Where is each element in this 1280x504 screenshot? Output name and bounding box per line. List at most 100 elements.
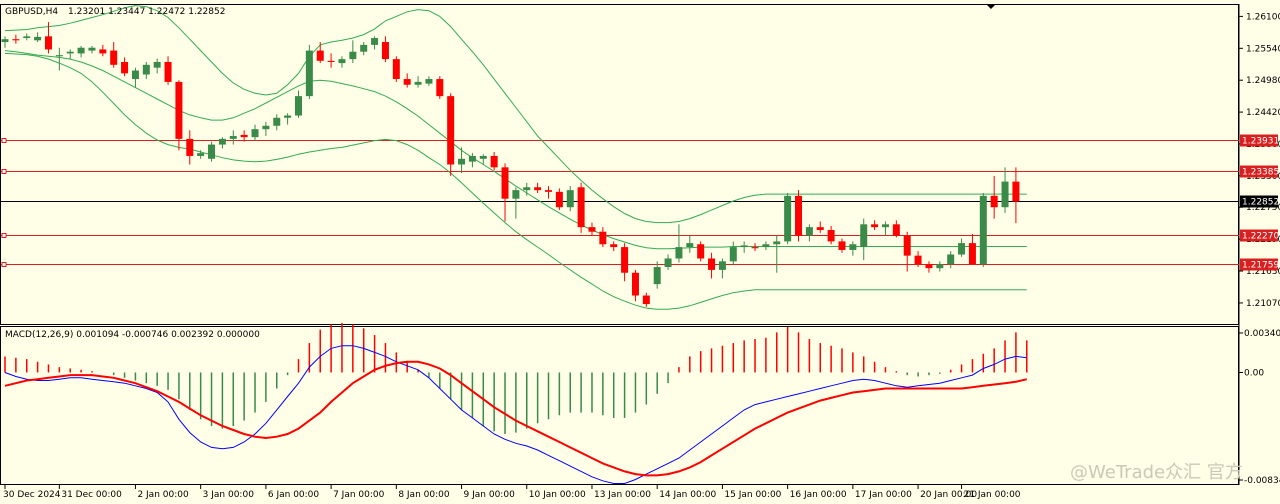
candle-body bbox=[284, 115, 292, 118]
candle-body bbox=[773, 241, 781, 245]
candle-body bbox=[468, 155, 476, 162]
candle-body bbox=[44, 36, 52, 50]
candle-body bbox=[566, 190, 574, 208]
candle-body bbox=[316, 50, 324, 61]
candle-body bbox=[697, 244, 705, 259]
macd-title: MACD(12,26,9) 0.001094 -0.000746 0.00239… bbox=[5, 330, 260, 340]
time-tick-label: 21 Jan 00:00 bbox=[964, 490, 1021, 500]
price-panel-frame bbox=[0, 4, 1239, 325]
candle-body bbox=[577, 187, 585, 228]
bollinger-bands bbox=[4, 5, 1027, 310]
bollinger-middle bbox=[4, 50, 1027, 250]
time-tick-label: 3 Jan 00:00 bbox=[203, 490, 255, 500]
time-tick-label: 8 Jan 00:00 bbox=[398, 490, 450, 500]
candle-body bbox=[142, 64, 150, 75]
time-tick-label: 2 Jan 00:00 bbox=[137, 490, 189, 500]
price-tick-label: 1.21070 bbox=[1246, 299, 1280, 309]
candle-body bbox=[197, 153, 205, 156]
candle-body bbox=[392, 59, 400, 80]
candle-body bbox=[914, 255, 922, 265]
watermark-text: @WeTrade众汇 官方 bbox=[1070, 462, 1243, 483]
candle-body bbox=[925, 264, 933, 269]
candle-body bbox=[349, 51, 357, 60]
macd-tick-label: -0.008346 bbox=[1244, 476, 1280, 486]
candle-body bbox=[490, 155, 498, 168]
candle-body bbox=[262, 125, 270, 130]
ohlc-values: 1.23201 1.23447 1.22472 1.22852 bbox=[68, 7, 225, 17]
candle-body bbox=[523, 187, 531, 191]
candle-body bbox=[664, 258, 672, 268]
candle-body bbox=[1001, 181, 1009, 208]
candle-body bbox=[555, 191, 563, 208]
candle-body bbox=[360, 44, 368, 52]
candle-body bbox=[186, 138, 194, 156]
level-anchor bbox=[1, 233, 7, 238]
candle-body bbox=[164, 61, 172, 82]
candle-body bbox=[805, 227, 813, 236]
candle-body bbox=[979, 195, 987, 265]
time-tick-label: 31 Dec 00:00 bbox=[61, 490, 122, 500]
price-tag-label: 1.23931 bbox=[1242, 137, 1279, 147]
candle-body bbox=[816, 227, 824, 231]
candle-body bbox=[610, 244, 618, 248]
candle-body bbox=[903, 235, 911, 256]
candle-body bbox=[23, 36, 31, 39]
price-tick-label: 1.25540 bbox=[1246, 44, 1280, 54]
candle-body bbox=[621, 247, 629, 273]
level-anchor bbox=[1, 262, 7, 267]
candle-body bbox=[175, 81, 183, 139]
candle-body bbox=[990, 195, 998, 208]
level-anchor bbox=[1, 169, 7, 174]
candle-body bbox=[458, 158, 466, 165]
price-tag-label: 1.22852 bbox=[1242, 198, 1279, 208]
time-tick-label: 7 Jan 00:00 bbox=[333, 490, 385, 500]
candle-body bbox=[871, 224, 879, 228]
candle-body bbox=[1012, 181, 1020, 202]
candle-body bbox=[99, 49, 107, 54]
candle-body bbox=[88, 47, 96, 51]
candle-body bbox=[849, 244, 857, 250]
price-tick-label: 1.24420 bbox=[1246, 108, 1280, 118]
candle-body bbox=[121, 61, 129, 74]
time-tick-label: 16 Jan 00:00 bbox=[790, 490, 847, 500]
candle-body bbox=[294, 96, 302, 116]
candle-body bbox=[599, 231, 607, 245]
price-hlines bbox=[1, 138, 1239, 267]
time-tick-label: 30 Dec 2024 bbox=[3, 490, 61, 500]
candle-body bbox=[229, 136, 237, 139]
price-tick-label: 1.26100 bbox=[1246, 12, 1280, 22]
time-tick-label: 15 Jan 00:00 bbox=[724, 490, 781, 500]
chart-shift-marker[interactable] bbox=[986, 4, 996, 9]
candle-body bbox=[686, 243, 694, 248]
candle-body bbox=[327, 60, 335, 62]
candle-body bbox=[240, 134, 248, 138]
candle-body bbox=[479, 155, 487, 159]
candle-body bbox=[642, 295, 650, 305]
candle-body bbox=[631, 272, 639, 296]
candle-body bbox=[675, 247, 683, 259]
symbol-header: GBPUSD,H4 bbox=[5, 7, 58, 17]
time-tick-label: 14 Jan 00:00 bbox=[659, 490, 716, 500]
candle-body bbox=[968, 243, 976, 265]
candle-body bbox=[153, 61, 161, 68]
time-axis: 30 Dec 2024 31 Dec 00:00 2 Jan 00:00 3 Jan … bbox=[3, 485, 1021, 500]
candle-body bbox=[545, 190, 552, 192]
macd-tick-label: 0.003409 bbox=[1244, 329, 1280, 339]
candle-body bbox=[958, 243, 966, 255]
candle-body bbox=[860, 224, 868, 248]
candle-body bbox=[784, 195, 792, 242]
candle-body bbox=[273, 117, 281, 126]
price-tick-label: 1.24980 bbox=[1246, 76, 1280, 86]
macd-axis: 0.003409 0.00 -0.008346 bbox=[1239, 329, 1280, 486]
hline-price-tags: 1.23931 1.23385 1.22852 1.22270 1.21759 bbox=[1240, 134, 1279, 271]
candle-body bbox=[501, 167, 509, 199]
macd-tick-label: 0.00 bbox=[1244, 368, 1264, 378]
candle-body bbox=[12, 39, 20, 41]
candle-body bbox=[653, 267, 661, 285]
time-tick-label: 13 Jan 00:00 bbox=[594, 490, 651, 500]
trading-chart[interactable]: 1.261001.255401.249801.244201.238601.233… bbox=[0, 0, 1280, 504]
candle-body bbox=[66, 51, 74, 54]
candle-body bbox=[892, 224, 900, 236]
candle-body bbox=[34, 36, 42, 41]
time-tick-label: 10 Jan 00:00 bbox=[529, 490, 586, 500]
